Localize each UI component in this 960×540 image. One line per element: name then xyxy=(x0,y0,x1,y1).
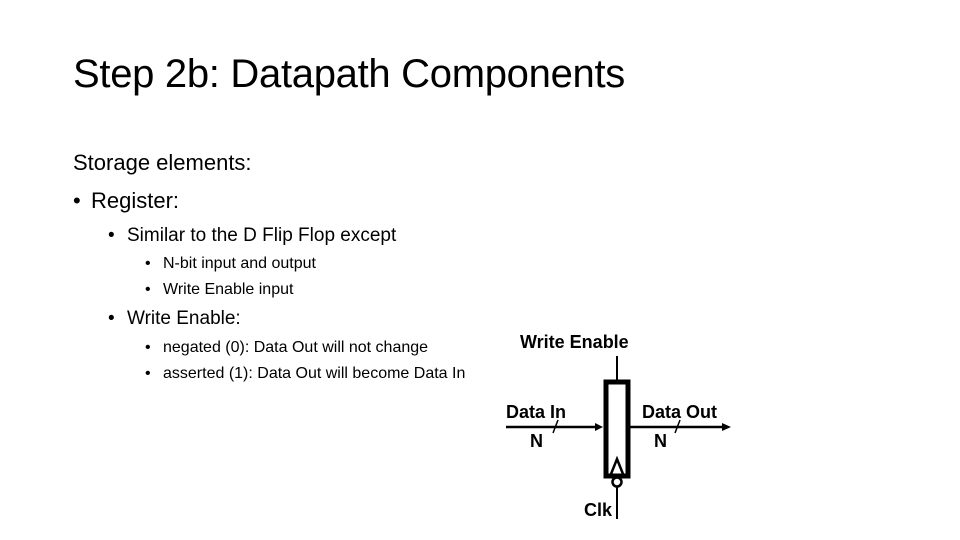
clock-invert-bubble-icon xyxy=(611,476,623,488)
data-out-width-label: N xyxy=(654,431,667,451)
clock-label: Clk xyxy=(584,500,613,520)
data-in-width-label: N xyxy=(530,431,543,451)
data-out-label: Data Out xyxy=(642,402,717,422)
write-enable-label: Write Enable xyxy=(520,332,629,352)
data-in-arrow-icon xyxy=(595,423,603,431)
register-diagram: Write Enable Data In N Data Out N Clk xyxy=(506,332,731,520)
data-out-arrow-icon xyxy=(722,423,731,431)
data-in-label: Data In xyxy=(506,402,566,422)
